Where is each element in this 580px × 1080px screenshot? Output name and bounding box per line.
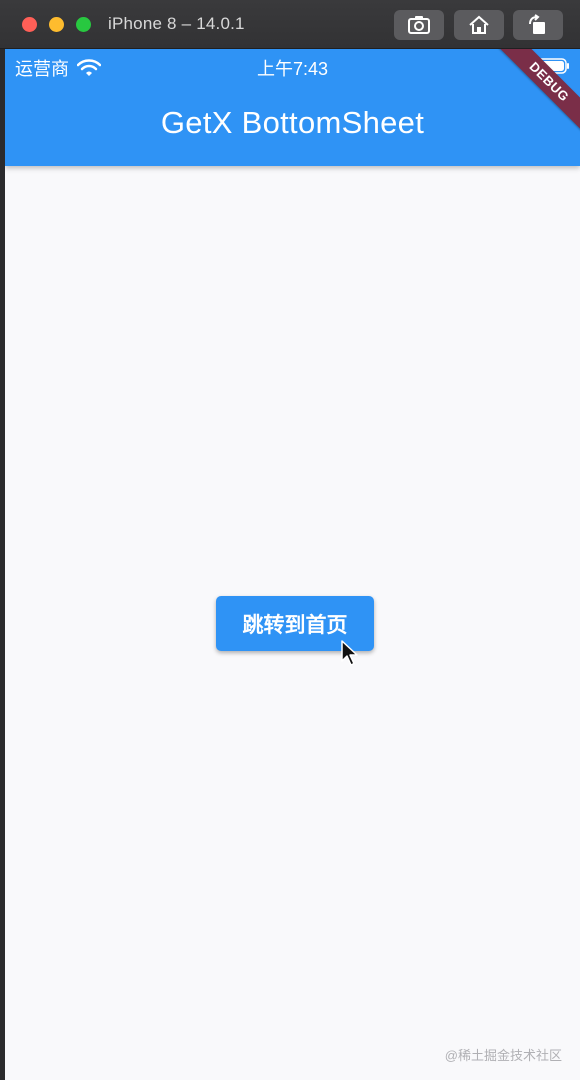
rotate-icon (529, 14, 545, 34)
mouse-cursor-icon (341, 640, 358, 666)
window-title: iPhone 8 – 14.0.1 (108, 14, 245, 33)
window-titlebar: iPhone 8 – 14.0.1 (0, 0, 580, 49)
camera-icon (408, 16, 430, 34)
zoom-window-button[interactable] (76, 17, 91, 32)
rotate-button[interactable] (513, 10, 563, 40)
home-icon (469, 15, 489, 34)
minimize-window-button[interactable] (49, 17, 64, 32)
status-time: 上午7:43 (256, 59, 329, 79)
app-bar: 运营商 上午7:43 GetX BottomSheet DEBUG (5, 49, 580, 166)
simulator-screen: 运营商 上午7:43 GetX BottomSheet DEBUG 跳转到首页 (5, 49, 580, 1080)
home-button[interactable] (454, 10, 504, 40)
close-window-button[interactable] (22, 17, 37, 32)
watermark: @稀土掘金技术社区 (444, 1048, 562, 1063)
screenshot-button[interactable] (394, 10, 444, 40)
simulator-window: iPhone 8 – 14.0.1 运营商 上午7:43 GetX Bottom… (0, 0, 580, 1080)
status-bar: 运营商 上午7:43 (5, 49, 580, 83)
page-title: GetX BottomSheet (160, 105, 425, 140)
